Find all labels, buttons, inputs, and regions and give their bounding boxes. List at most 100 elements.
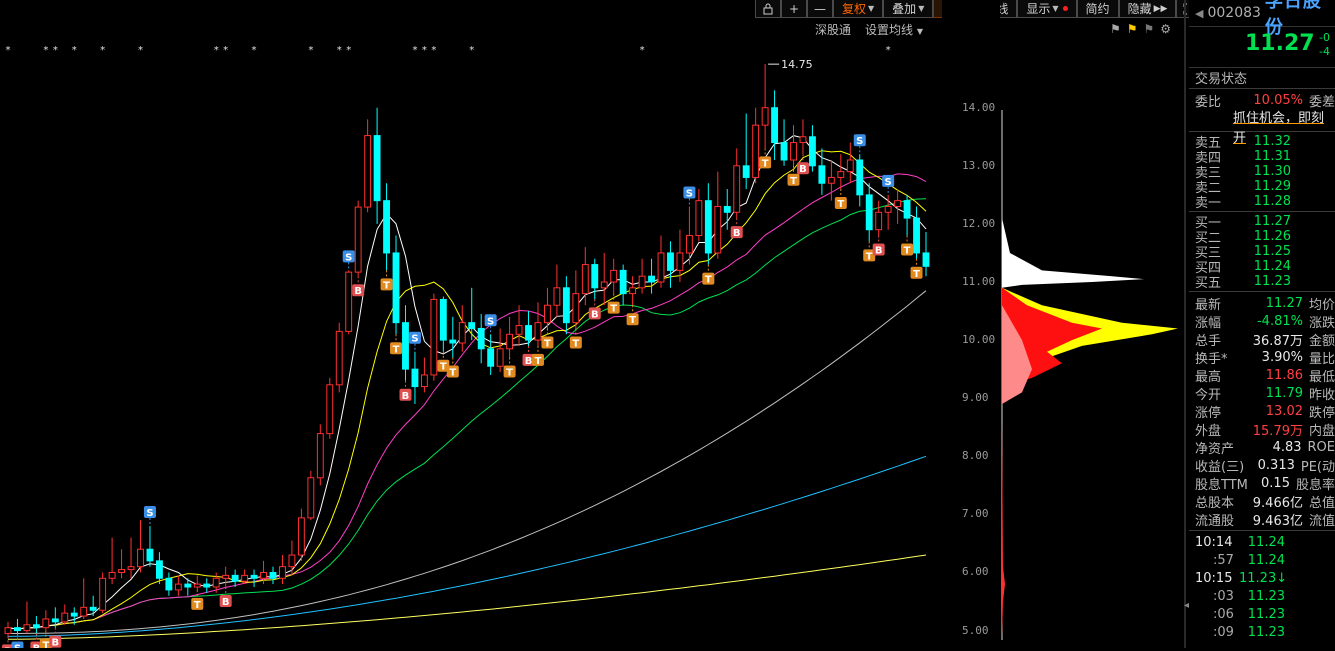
candle-down <box>383 200 390 254</box>
kline-chart-area[interactable]: 14.75BSBTBSTBSBTTBSTTSTBTTTBTTSTBTTBTSTB… <box>0 0 942 651</box>
tick-row: 10:14 11.24 <box>1189 533 1335 551</box>
ma-settings-button[interactable]: 设置均线 ▼ <box>865 21 923 38</box>
stat-label: 总手 <box>1195 333 1222 349</box>
fuquan-button[interactable]: 复权 ▼ <box>833 0 884 18</box>
signal-badge-letter: B <box>875 246 883 257</box>
star-marker-icon: * <box>43 45 48 56</box>
candle-down <box>392 252 400 324</box>
stat-right-label: 跌停 <box>1308 405 1335 421</box>
star-marker-icon: * <box>886 45 891 56</box>
overlay-button[interactable]: 叠加 ▼ <box>883 0 934 18</box>
candle-down <box>231 574 239 582</box>
stat-right-label: 金额 <box>1308 333 1335 349</box>
candle-up <box>761 107 769 126</box>
candle-up <box>326 384 334 435</box>
panel-divider[interactable] <box>1184 0 1186 648</box>
quote-panel: ◀ 002083 孚日股份 11.27 -0 -4 交易状态 委比 10.05% … <box>1189 0 1335 648</box>
candle-up <box>676 252 684 271</box>
candle-up <box>544 304 551 324</box>
candle-down <box>856 159 864 196</box>
stat-value: 4.83 <box>1272 439 1302 455</box>
ma250-line <box>7 554 927 640</box>
signal-badge-letter: S <box>14 643 21 648</box>
price-axis: 14.00 13.00 12.00 11.00 10.00 9.00 8.00 7.00 6.0… <box>942 0 1000 648</box>
candle-down <box>723 205 731 213</box>
candle-down <box>250 574 258 579</box>
candle-up <box>174 583 182 591</box>
star-marker-icon: * <box>100 45 105 56</box>
trade-status-label: 交易状态 <box>1195 71 1248 87</box>
tick-price: 11.23 <box>1247 624 1285 640</box>
stat-row: 最新 11.27 均价 <box>1189 294 1335 313</box>
candle-up <box>685 235 693 254</box>
ma60-line <box>8 290 927 634</box>
lock-icon[interactable] <box>755 0 781 18</box>
candle-up <box>534 322 542 341</box>
signal-badge-letter: T <box>790 176 797 187</box>
signal-badge-letter: T <box>544 338 551 349</box>
candle-down <box>808 136 816 167</box>
prev-stock-icon[interactable]: ◀ <box>1195 7 1203 20</box>
price-change-abs: -0 <box>1319 31 1330 44</box>
zoom-in-button[interactable]: + <box>781 0 807 18</box>
candle-up <box>610 269 618 283</box>
candle-up <box>335 330 343 386</box>
stat-label: 收益(三) <box>1195 459 1245 475</box>
shenguangtong-link[interactable]: 深股通 <box>815 21 851 38</box>
candle-up <box>799 136 807 144</box>
candle-up <box>42 618 50 629</box>
stat-row: 外盘 15.79万 内盘 <box>1189 420 1335 439</box>
signal-badge-letter: S <box>146 508 153 519</box>
stat-value: 11.27 <box>1265 295 1303 311</box>
candle-up <box>316 433 324 479</box>
zoom-out-button[interactable]: — <box>807 0 833 18</box>
signal-badge-letter: T <box>440 362 447 373</box>
candle-up <box>241 574 249 582</box>
orderbook-price: 11.28 <box>1253 194 1291 209</box>
stat-row: 总手 36.87万 金额 <box>1189 330 1335 349</box>
stat-right-label: 流值 <box>1308 513 1335 529</box>
price-change-pct: -4 <box>1319 45 1330 58</box>
weicha-label: 委差 <box>1308 94 1335 110</box>
candle-down <box>184 583 192 588</box>
candle-down <box>525 325 532 341</box>
candle-down <box>477 327 485 350</box>
signal-badge-letter: B <box>525 356 533 367</box>
orderbook-price: 11.24 <box>1253 259 1291 274</box>
stat-value: -4.81% <box>1256 313 1303 329</box>
candle-up <box>127 566 135 571</box>
orderbook-row[interactable]: 买五 11.23 <box>1189 274 1335 291</box>
orderbook-price: 11.27 <box>1253 214 1291 229</box>
tick-time: 10:14 <box>1195 534 1233 550</box>
signal-badge-letter: T <box>904 246 911 257</box>
signal-badge-letter: T <box>629 315 636 326</box>
candle-down <box>146 548 154 562</box>
separator <box>1189 291 1335 292</box>
signal-badge-letter: S <box>885 177 892 188</box>
separator <box>1189 88 1335 89</box>
stock-header: ◀ 002083 孚日股份 <box>1189 0 1335 38</box>
candle-up <box>99 577 107 611</box>
price-axis-tick: 14.00 <box>962 100 996 114</box>
star-marker-icon: * <box>337 45 342 56</box>
candle-up <box>629 287 637 295</box>
candle-up <box>553 287 561 306</box>
candle-up <box>827 176 835 184</box>
candle-down <box>818 165 826 184</box>
promo-link[interactable]: 抓住机会，即刻开 <box>1189 109 1335 146</box>
chip-profile-white <box>1002 218 1144 288</box>
signal-badge-letter: S <box>856 136 863 147</box>
tick-price: 11.23 <box>1247 588 1285 604</box>
candle-down <box>373 135 381 202</box>
stat-right-label: 股息率 <box>1295 477 1335 493</box>
kline-chart[interactable]: 14.75BSBTBSTBSBTTBSTTSTBTTTBTTSTBTTBTSTB… <box>0 0 942 651</box>
star-marker-icon: * <box>640 45 645 56</box>
signal-badge-letter: T <box>383 280 390 291</box>
fuquan-label: 复权 <box>842 2 867 16</box>
candle-up <box>137 548 144 568</box>
orderbook-row[interactable]: 卖一 11.28 <box>1189 194 1335 211</box>
stat-value: 11.79 <box>1265 385 1303 401</box>
ma-settings-label: 设置均线 <box>865 23 914 37</box>
star-marker-icon: * <box>422 45 427 56</box>
candle-down <box>771 107 779 144</box>
